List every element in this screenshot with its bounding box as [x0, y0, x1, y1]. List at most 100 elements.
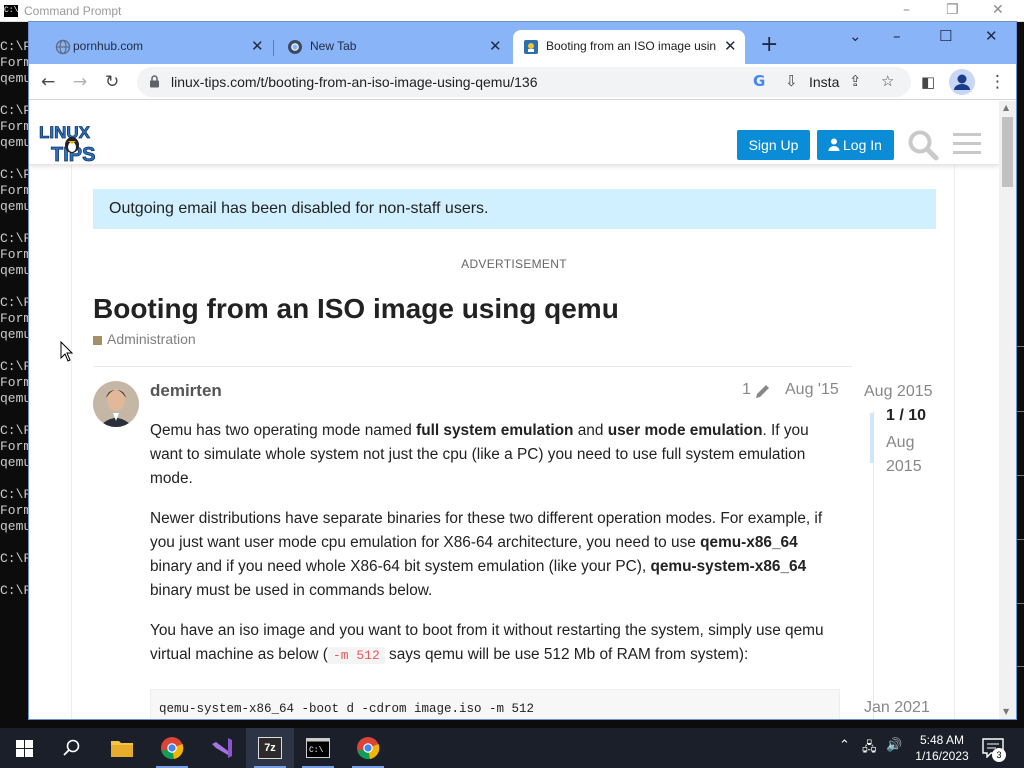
cmd-line: qemu	[0, 71, 30, 86]
edit-count[interactable]: 1	[742, 381, 751, 399]
pencil-icon[interactable]	[753, 383, 771, 401]
log-in-button[interactable]: Log In	[817, 130, 894, 160]
alert-text: Outgoing email has been disabled for non…	[109, 200, 489, 217]
google-icon[interactable]: G	[753, 72, 765, 90]
cmd-line: qemu	[0, 519, 30, 534]
cmd-line	[0, 279, 30, 295]
forward-icon[interactable]: →	[73, 71, 87, 93]
cmd-line: Form	[0, 183, 30, 198]
bookmark-star-icon[interactable]: ☆	[881, 72, 894, 90]
url-text[interactable]: linux-tips.com/t/booting-from-an-iso-ima…	[171, 74, 538, 90]
cmd-output: C:\P Form qemu C:\P Form qemu C:\P Form qemu C:\F…	[0, 39, 30, 599]
volume-icon[interactable]: 🔊	[886, 738, 902, 753]
profile-person-icon	[954, 74, 970, 90]
linux-tips-logo[interactable]: LINUX TIPS	[37, 119, 107, 165]
tab-title: pornhub.com	[73, 39, 144, 53]
timeline-start-date[interactable]: Aug 2015	[864, 383, 933, 401]
chrome-menu-icon[interactable]: ⋮	[989, 71, 1006, 93]
taskbar-chrome-2[interactable]	[344, 728, 392, 768]
timeline-current-date: Aug 2015	[886, 434, 922, 475]
cmd-line: Form	[0, 119, 30, 134]
post-paragraph-1: Qemu has two operating mode named full s…	[150, 422, 809, 487]
taskbar: 7z C:\ ⌃ 🖧 🔊 5:48 AM 1/16/2023 3	[0, 728, 1024, 768]
timeline-end-date[interactable]: Jan 2021	[864, 699, 930, 717]
linux-tips-favicon	[524, 40, 538, 54]
cmd-line	[0, 471, 30, 487]
taskbar-chrome[interactable]	[148, 728, 196, 768]
cmd-line: C:\F	[0, 231, 30, 246]
cmd-line: qemu	[0, 455, 30, 470]
taskbar-7zip[interactable]: 7z	[246, 728, 294, 768]
category-name[interactable]: Administration	[107, 331, 196, 347]
tab-3-active[interactable]: Booting from an ISO image usin ✕	[513, 30, 745, 64]
close-window-icon[interactable]: ✕	[985, 27, 998, 45]
mouse-cursor-icon	[60, 341, 74, 362]
taskbar-visual-studio[interactable]	[198, 728, 246, 768]
post-paragraph-3: You have an iso image and you want to bo…	[150, 622, 824, 664]
search-icon[interactable]	[907, 129, 939, 161]
topic-title[interactable]: Booting from an ISO image using qemu	[93, 293, 619, 325]
chrome-window[interactable]: pornhub.com ✕ New Tab ✕ Booting from an …	[28, 21, 1017, 720]
svg-text:LINUX: LINUX	[39, 123, 91, 142]
sign-up-button[interactable]: Sign Up	[737, 130, 810, 160]
timeline-handle[interactable]	[870, 413, 874, 463]
post-username[interactable]: demirten	[150, 381, 222, 401]
cmd-line: Form	[0, 503, 30, 518]
minimize-icon[interactable]: –	[893, 27, 901, 45]
cmd-line: Form	[0, 311, 30, 326]
cmd-maximize-icon[interactable]: ❐	[946, 2, 959, 18]
alert-banner: Outgoing email has been disabled for non…	[93, 189, 936, 229]
close-tab-icon[interactable]: ✕	[251, 37, 264, 55]
scroll-up-icon[interactable]: ▲	[1003, 103, 1009, 112]
network-icon[interactable]: 🖧	[862, 738, 877, 760]
cmd-minimize-icon[interactable]: –	[903, 2, 910, 18]
inline-code: -m 512	[327, 647, 385, 664]
cmd-close-icon[interactable]: ✕	[992, 2, 1004, 18]
topic-timeline[interactable]: Aug 2015 1 / 10 Aug 2015 Jan 2021	[864, 381, 956, 719]
share-icon[interactable]: ⇪	[849, 72, 862, 90]
code-block[interactable]: qemu-system-x86_64 -boot d -cdrom image.…	[150, 689, 840, 719]
cmd-line	[0, 87, 30, 103]
side-panel-icon[interactable]: ◧	[921, 71, 935, 93]
profile-avatar[interactable]	[949, 69, 975, 95]
scroll-thumb[interactable]	[1002, 117, 1013, 187]
address-bar[interactable]: linux-tips.com/t/booting-from-an-iso-ima…	[137, 67, 911, 97]
tab-1[interactable]: pornhub.com ✕	[37, 30, 269, 64]
taskbar-search-button[interactable]	[48, 728, 96, 768]
page-scrollbar[interactable]: ▲ ▼	[999, 101, 1016, 719]
system-clock[interactable]: 5:48 AM 1/16/2023	[912, 732, 972, 764]
install-label[interactable]: Insta	[809, 74, 839, 90]
7zip-icon: 7z	[258, 737, 282, 759]
back-icon[interactable]: ←	[41, 71, 55, 93]
maximize-icon[interactable]: ☐	[939, 27, 952, 45]
folder-icon	[111, 741, 133, 757]
tab-search-chevron-icon[interactable]: ⌄	[849, 27, 862, 45]
cmd-line: C:\F	[0, 359, 30, 374]
new-tab-icon[interactable]: +	[760, 34, 778, 56]
timeline-position: 1 / 10	[886, 407, 927, 424]
install-app-icon[interactable]: ⇩	[785, 72, 798, 90]
tab-2[interactable]: New Tab ✕	[277, 30, 509, 64]
cmd-title: Command Prompt	[24, 4, 122, 18]
show-hidden-icons-chevron[interactable]: ⌃	[839, 738, 850, 753]
globe-icon	[55, 39, 71, 55]
lock-icon[interactable]	[149, 75, 160, 88]
title-divider	[93, 366, 852, 367]
topic-content: Outgoing email has been disabled for non…	[71, 165, 956, 719]
cmd-line: C:\P	[0, 103, 30, 118]
taskbar-file-explorer[interactable]	[98, 728, 146, 768]
cmd-titlebar[interactable]: C:\ Command Prompt – ❐ ✕	[0, 0, 1024, 22]
reload-icon[interactable]: ↻	[105, 71, 119, 93]
taskbar-command-prompt[interactable]: C:\	[294, 728, 342, 768]
user-icon	[828, 138, 840, 151]
cmd-line	[0, 343, 30, 359]
user-avatar[interactable]	[93, 381, 139, 427]
close-tab-icon[interactable]: ✕	[489, 37, 502, 55]
start-button[interactable]	[0, 728, 48, 768]
close-tab-icon[interactable]: ✕	[724, 37, 737, 55]
cmd-line: C:\F	[0, 423, 30, 438]
hamburger-menu-icon[interactable]	[953, 131, 981, 157]
post-date[interactable]: Aug '15	[785, 381, 839, 399]
scroll-down-icon[interactable]: ▼	[1003, 707, 1009, 716]
site-header: LINUX TIPS Sign Up Log In	[29, 101, 999, 165]
